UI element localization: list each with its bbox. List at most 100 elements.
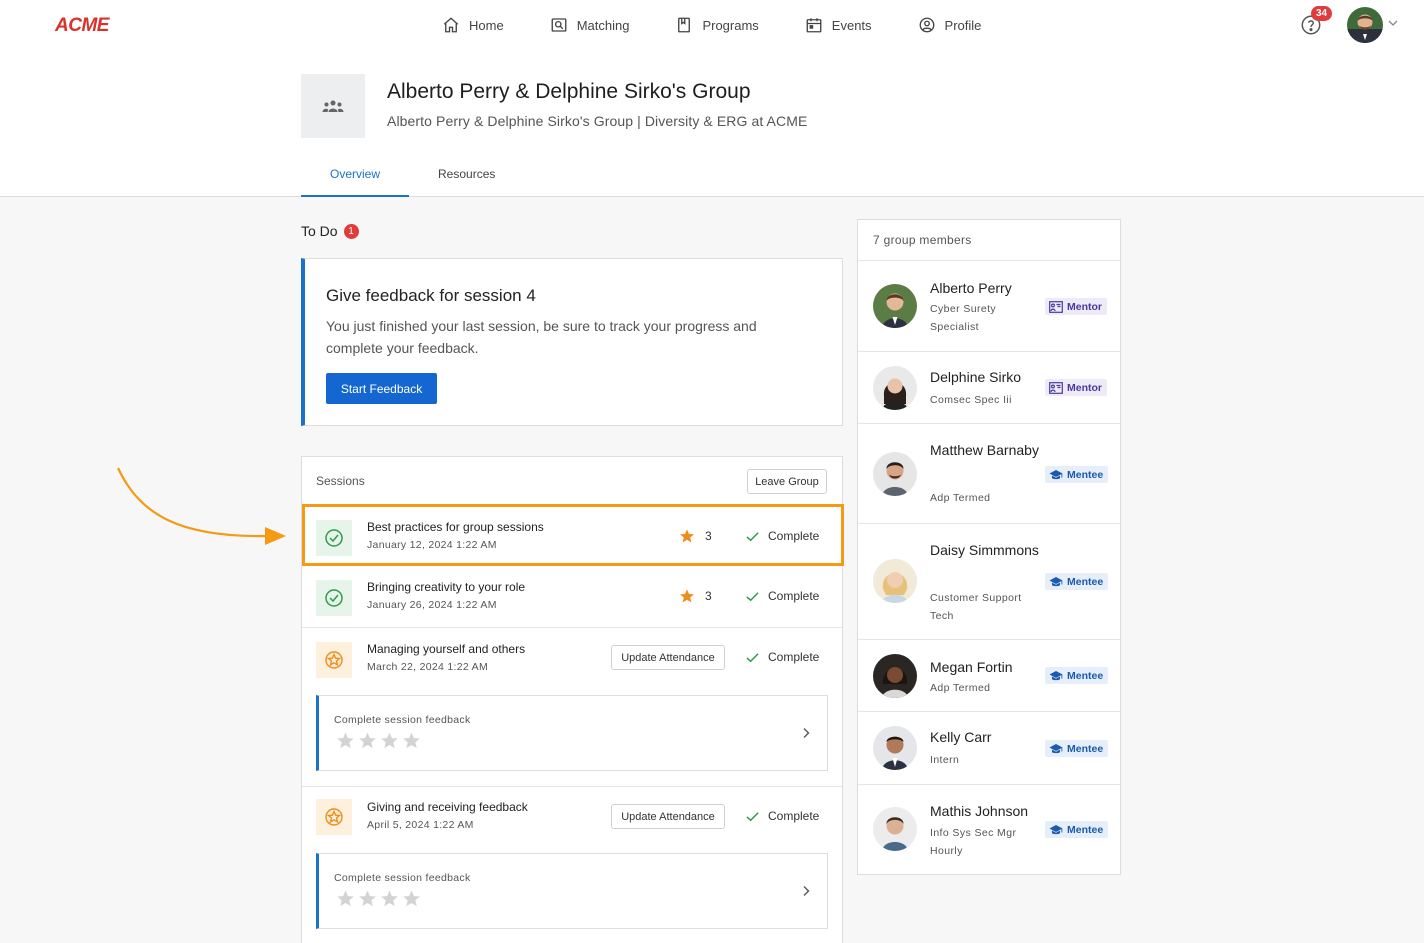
nav-home-label: Home: [469, 17, 504, 33]
member-card[interactable]: Matthew Barnaby Adp Termed Mentee: [858, 423, 1120, 523]
feedback-label: Complete session feedback: [334, 714, 471, 726]
member-card[interactable]: Kelly Carr Intern Mentee: [858, 711, 1120, 784]
todo-card-title: Give feedback for session 4: [326, 286, 536, 305]
role-tag: Mentee: [1045, 667, 1109, 684]
empty-star-icon[interactable]: [380, 889, 399, 908]
session-status: Complete: [768, 589, 820, 603]
acme-logo[interactable]: ACME: [55, 15, 109, 37]
nav-programs[interactable]: Programs: [675, 14, 759, 36]
main-nav: Home Matching Programs Events Profile: [442, 14, 1027, 36]
session-feedback-card[interactable]: Complete session feedback: [316, 853, 828, 929]
empty-star-icon[interactable]: [358, 889, 377, 908]
group-avatar: [301, 74, 365, 138]
update-attendance-button[interactable]: Update Attendance: [611, 804, 725, 829]
session-name: Managing yourself and others: [367, 642, 526, 656]
session-status-icon: [316, 799, 352, 835]
role-tag-label: Mentee: [1067, 468, 1104, 481]
empty-star-icon[interactable]: [402, 889, 421, 908]
mentor-icon: [1049, 381, 1063, 394]
members-heading: 7 group members: [873, 233, 972, 247]
avatar: [873, 807, 917, 851]
chevron-right-icon[interactable]: [801, 727, 811, 739]
member-role: Cyber Surety Specialist: [930, 303, 997, 333]
empty-star-icon[interactable]: [402, 731, 421, 750]
nav-matching[interactable]: Matching: [550, 14, 630, 36]
chevron-right-icon[interactable]: [801, 885, 811, 897]
feedback-stars[interactable]: [336, 889, 424, 908]
session-row[interactable]: Bringing creativity to your role January…: [302, 565, 842, 625]
highlight-box: [302, 504, 844, 566]
star-icon: [680, 589, 694, 603]
page-title: Alberto Perry & Delphine Sirko's Group: [387, 80, 751, 103]
role-tag: Mentee: [1045, 821, 1109, 838]
page-subtitle: Alberto Perry & Delphine Sirko's Group |…: [387, 113, 808, 129]
member-name: Alberto Perry: [930, 280, 1012, 296]
member-name: Megan Fortin: [930, 659, 1013, 675]
empty-star-icon[interactable]: [336, 889, 355, 908]
feedback-stars[interactable]: [336, 731, 424, 750]
todo-card-description: You just finished your last session, be …: [326, 318, 757, 356]
graduation-cap-icon: [1049, 743, 1063, 753]
session-rating: 3: [705, 589, 712, 603]
matching-icon: [551, 18, 567, 32]
nav-home[interactable]: Home: [442, 14, 504, 36]
nav-profile[interactable]: Profile: [918, 14, 982, 36]
session-status-icon: [316, 642, 352, 678]
tab-resources[interactable]: Resources: [409, 158, 524, 197]
tab-bar: Overview Resources: [301, 158, 524, 197]
star-circle-icon: [325, 651, 343, 669]
check-icon: [746, 812, 759, 822]
avatar: [873, 452, 917, 496]
nav-programs-label: Programs: [702, 17, 759, 33]
feedback-label: Complete session feedback: [334, 872, 471, 884]
session-date: April 5, 2024 1:22 AM: [367, 819, 474, 831]
calendar-icon: [806, 18, 822, 33]
avatar: [873, 284, 917, 328]
member-role: Intern: [930, 754, 960, 766]
group-icon: [322, 100, 344, 112]
graduation-cap-icon: [1049, 670, 1063, 680]
star-circle-icon: [325, 808, 343, 826]
todo-heading-label: To Do: [301, 223, 338, 239]
member-role: Adp Termed: [930, 682, 991, 694]
session-row[interactable]: Managing yourself and others March 22, 2…: [302, 627, 842, 787]
member-name: Daisy Simmmons: [930, 542, 1039, 558]
empty-star-icon[interactable]: [358, 731, 377, 750]
role-tag: Mentee: [1045, 573, 1109, 590]
user-avatar[interactable]: [1347, 7, 1383, 43]
profile-icon: [919, 17, 934, 33]
empty-star-icon[interactable]: [336, 731, 355, 750]
member-card[interactable]: Delphine Sirko Comsec Spec Iii Mentor: [858, 351, 1120, 423]
role-tag-label: Mentor: [1067, 300, 1102, 313]
todo-heading: To Do 1: [301, 223, 359, 239]
member-name: Mathis Johnson: [930, 803, 1029, 819]
nav-matching-label: Matching: [576, 17, 630, 33]
session-status: Complete: [768, 809, 820, 823]
mentor-icon: [1049, 300, 1063, 313]
graduation-cap-icon: [1049, 576, 1063, 586]
member-name: Kelly Carr: [930, 729, 992, 745]
member-role: Comsec Spec Iii: [930, 394, 1012, 406]
home-icon: [443, 17, 459, 33]
update-attendance-button[interactable]: Update Attendance: [611, 645, 725, 670]
session-row[interactable]: Giving and receiving feedback April 5, 2…: [302, 786, 842, 943]
member-card[interactable]: Alberto Perry Cyber Surety Specialist Me…: [858, 260, 1120, 351]
avatar: [873, 654, 917, 698]
session-feedback-card[interactable]: Complete session feedback: [316, 695, 828, 771]
member-name: Matthew Barnaby: [930, 442, 1039, 458]
empty-star-icon[interactable]: [380, 731, 399, 750]
avatar: [873, 366, 917, 410]
tab-overview[interactable]: Overview: [301, 158, 410, 197]
sessions-heading: Sessions: [316, 474, 365, 488]
chevron-down-icon[interactable]: [1388, 18, 1398, 28]
member-card[interactable]: Mathis Johnson Info Sys Sec Mgr Hourly M…: [858, 784, 1120, 874]
start-feedback-button[interactable]: Start Feedback: [326, 373, 437, 404]
member-card[interactable]: Megan Fortin Adp Termed Mentee: [858, 639, 1120, 711]
nav-events[interactable]: Events: [805, 14, 872, 36]
graduation-cap-icon: [1049, 469, 1063, 479]
programs-icon: [678, 17, 691, 33]
leave-group-button[interactable]: Leave Group: [747, 469, 827, 494]
graduation-cap-icon: [1049, 824, 1063, 834]
member-card[interactable]: Daisy Simmmons Customer Support Tech Men…: [858, 523, 1120, 639]
nav-profile-label: Profile: [944, 17, 982, 33]
